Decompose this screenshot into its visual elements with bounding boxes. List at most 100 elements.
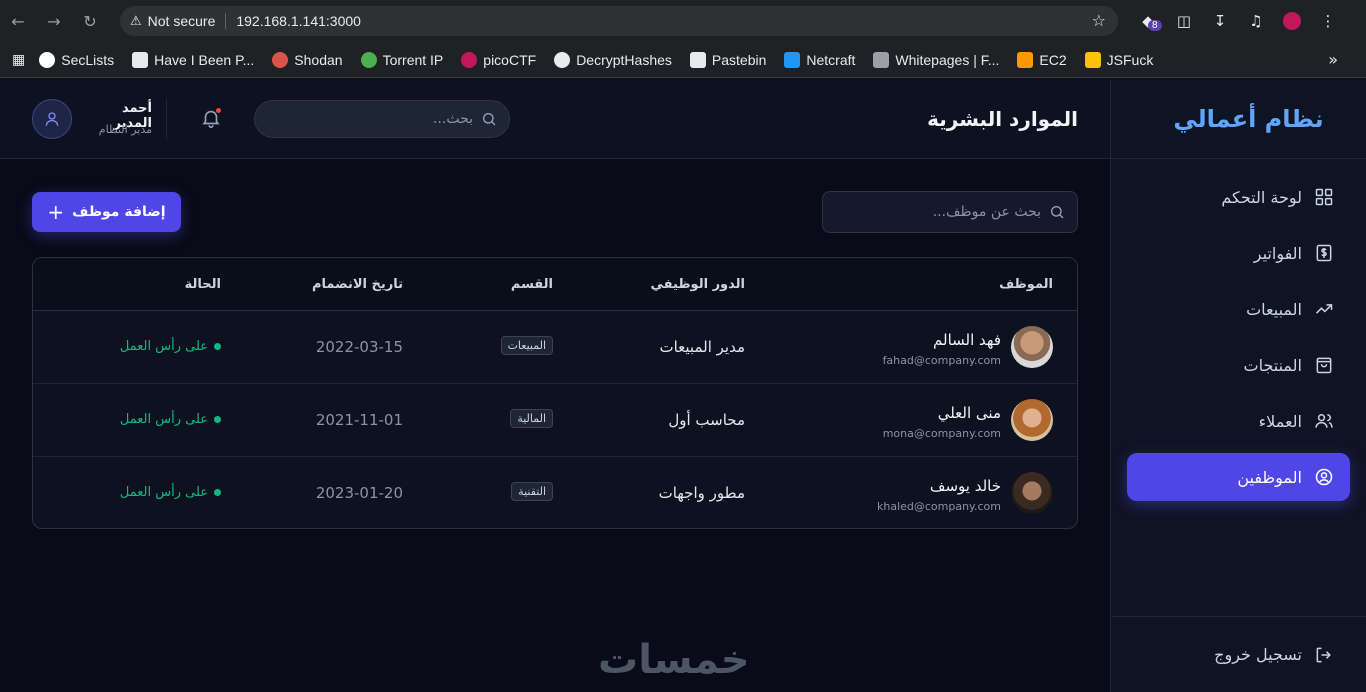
bookmark-icon [689, 51, 706, 68]
bookmark-icon [873, 51, 890, 68]
bookmark-icon [132, 51, 149, 68]
bookmark-icon [554, 51, 571, 68]
table-header: الموظف الدور الوظيفي القسم تاريخ الانضما… [33, 258, 1077, 311]
browser-toolbar: ← → ↻ ⚠ Not secure 192.168.1.141:3000 ☆ … [0, 0, 1366, 42]
sidebar: نظام أعمالي لوحة التحكم الفواتير المبيعا… [1110, 79, 1366, 692]
bookmark-3[interactable]: Torrent IP [360, 51, 443, 68]
join-date: 2022-03-15 [315, 338, 403, 356]
user-role: مدير النظام [98, 123, 152, 136]
bookmark-icon [360, 51, 377, 68]
sidebar-item-products[interactable]: المنتجات [1127, 341, 1350, 389]
sidebar-item-label: الموظفين [1237, 467, 1302, 487]
logout-label: تسجيل خروج [1214, 645, 1302, 664]
media-icon[interactable]: ♫ [1238, 0, 1274, 42]
bookmark-icon [272, 51, 289, 68]
sidebar-item-customers[interactable]: العملاء [1127, 397, 1350, 445]
header-search-input[interactable] [255, 111, 473, 127]
menu-icon[interactable]: ⋮ [1310, 0, 1346, 42]
dollar-icon [1316, 244, 1332, 262]
trending-icon [1315, 304, 1333, 314]
extensions-area: ◆ 8 ◫ ↧ ♫ ⋮ [1130, 0, 1346, 42]
column-header-role[interactable]: الدور الوظيفي [651, 277, 746, 292]
avatar [1011, 472, 1053, 514]
bookmark-icon [39, 51, 56, 68]
apps-icon[interactable]: ▦ [12, 51, 25, 68]
employee-role: محاسب أول [668, 411, 745, 429]
department-badge: التقنية [511, 482, 553, 501]
avatar [1011, 326, 1053, 368]
url-text[interactable]: 192.168.1.141:3000 [236, 13, 361, 29]
user-circle-icon [1315, 468, 1333, 486]
add-employee-label: إضافة موظف [72, 204, 166, 220]
status-dot-icon [214, 416, 221, 423]
column-header-employee[interactable]: الموظف [999, 277, 1053, 292]
reload-icon[interactable]: ↻ [72, 0, 108, 42]
status-badge: على رأس العمل [120, 412, 221, 427]
users-icon [1315, 414, 1333, 428]
extension-badge: 8 [1148, 20, 1162, 31]
employee-email: mona@company.com [882, 427, 1001, 440]
extension-icon[interactable]: ◆ 8 [1130, 0, 1166, 42]
add-employee-button[interactable]: إضافة موظف + [32, 192, 181, 232]
column-header-dept[interactable]: القسم [511, 277, 553, 292]
profile-avatar-icon[interactable] [1274, 0, 1310, 42]
employee-name: خالد يوسف [929, 477, 1001, 495]
bookmark-6[interactable]: Pastebin [689, 51, 766, 68]
puzzle-icon[interactable]: ◫ [1166, 0, 1202, 42]
sidebar-item-sales[interactable]: المبيعات [1127, 285, 1350, 333]
join-date: 2023-01-20 [315, 484, 403, 502]
back-icon[interactable]: ← [0, 0, 36, 42]
department-badge: المبيعات [500, 336, 553, 355]
logout-icon [1316, 647, 1331, 662]
employee-name: فهد السالم [933, 331, 1001, 349]
status-badge: على رأس العمل [120, 339, 221, 354]
column-header-status[interactable]: الحالة [185, 277, 221, 292]
bookmark-2[interactable]: Shodan [272, 51, 343, 68]
avatar[interactable] [32, 99, 72, 139]
sidebar-nav: لوحة التحكم الفواتير المبيعات المنتجات ا… [1111, 159, 1366, 501]
plus-icon: + [47, 200, 65, 224]
employee-email: khaled@company.com [876, 500, 1001, 513]
security-label[interactable]: Not secure [148, 13, 216, 29]
sidebar-item-label: الفواتير [1253, 243, 1302, 263]
table-row[interactable]: منى العلي mona@company.com محاسب أول الم… [33, 384, 1077, 457]
download-icon[interactable]: ↧ [1202, 0, 1238, 42]
sidebar-item-label: العملاء [1258, 411, 1302, 431]
bookmark-8[interactable]: Whitepages | F... [873, 51, 999, 68]
sidebar-item-label: المبيعات [1246, 299, 1302, 319]
bookmark-7[interactable]: Netcraft [784, 51, 855, 68]
bookmark-4[interactable]: picoCTF [461, 51, 536, 68]
sidebar-item-dashboard[interactable]: لوحة التحكم [1127, 173, 1350, 221]
bookmark-0[interactable]: SecLists [39, 51, 114, 68]
address-bar[interactable]: ⚠ Not secure 192.168.1.141:3000 ☆ [120, 6, 1118, 36]
column-header-joined[interactable]: تاريخ الانضمام [312, 277, 403, 292]
bookmark-9[interactable]: EC2 [1017, 51, 1067, 68]
table-row[interactable]: خالد يوسف khaled@company.com مطور واجهات… [33, 457, 1077, 528]
bookmark-10[interactable]: JSFuck [1084, 51, 1153, 68]
status-dot-icon [214, 343, 221, 350]
logout-button[interactable]: تسجيل خروج [1110, 616, 1366, 692]
forward-icon[interactable]: → [36, 0, 72, 42]
join-date: 2021-11-01 [315, 411, 403, 429]
sidebar-item-invoices[interactable]: الفواتير [1127, 229, 1350, 277]
bookmark-1[interactable]: Have I Been P... [132, 51, 254, 68]
bookmark-5[interactable]: DecryptHashes [554, 51, 672, 68]
employee-role: مدير المبيعات [659, 338, 745, 356]
employee-search-input[interactable] [823, 204, 1041, 220]
sidebar-item-label: المنتجات [1243, 355, 1303, 375]
employee-name: منى العلي [937, 404, 1001, 422]
bookmark-star-icon[interactable]: ☆ [1092, 11, 1106, 30]
bookmarks-bar: ▦ SecLists Have I Been P... Shodan Torre… [0, 42, 1366, 78]
chevron-double-right-icon[interactable]: » [1328, 50, 1338, 69]
employee-email: fahad@company.com [882, 354, 1001, 367]
employee-role: مطور واجهات [658, 484, 745, 502]
search-icon [1051, 206, 1064, 219]
notifications-button[interactable] [198, 107, 222, 131]
sidebar-item-employees[interactable]: الموظفين [1127, 453, 1350, 501]
watermark-logo: خمسات [598, 637, 750, 683]
top-header: الموارد البشرية أحمد المدير مدير النظام [0, 79, 1110, 159]
bookmark-icon [1084, 51, 1101, 68]
sidebar-item-label: لوحة التحكم [1221, 187, 1302, 207]
department-badge: المالية [510, 409, 553, 428]
table-row[interactable]: فهد السالم fahad@company.com مدير المبيع… [33, 311, 1077, 384]
